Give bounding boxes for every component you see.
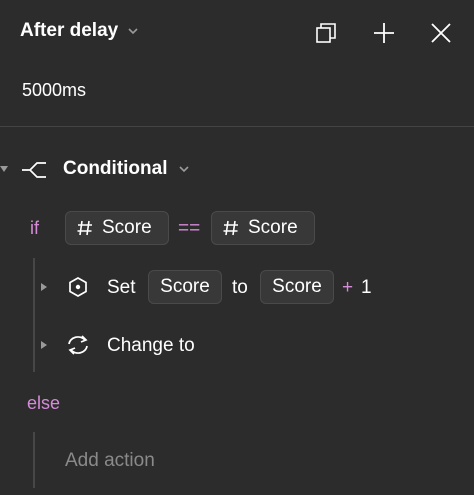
duplicate-icon	[316, 23, 336, 43]
right-operand-pill[interactable]: Score	[211, 211, 315, 245]
increment-amount[interactable]: 1	[361, 277, 372, 299]
add-action-button[interactable]: Add action	[65, 450, 155, 472]
else-branch-line	[33, 432, 35, 488]
left-operand-label: Score	[102, 217, 152, 238]
panel-title-dropdown[interactable]: After delay	[20, 20, 140, 42]
conditional-dropdown[interactable]: Conditional	[63, 158, 191, 180]
plus-icon	[374, 23, 394, 43]
set-source-label: Score	[272, 276, 322, 297]
add-button[interactable]	[370, 19, 398, 47]
caret-right-icon	[41, 341, 47, 349]
hash-icon	[77, 220, 92, 236]
right-operand-label: Score	[248, 217, 298, 238]
left-operand-pill[interactable]: Score	[65, 211, 169, 245]
close-button[interactable]	[427, 19, 455, 47]
expand-action-change[interactable]	[41, 341, 47, 349]
hexagon-icon	[69, 277, 87, 297]
conditional-label: Conditional	[63, 158, 168, 179]
caret-down-icon	[0, 166, 8, 172]
delay-value[interactable]: 5000ms	[22, 80, 86, 101]
plus-operator[interactable]: +	[342, 277, 353, 299]
panel-title: After delay	[20, 20, 119, 41]
branch-icon	[22, 162, 46, 178]
operator[interactable]: ==	[178, 218, 200, 240]
hash-icon	[223, 220, 238, 236]
chevron-down-icon	[128, 28, 138, 35]
divider	[0, 126, 474, 127]
change-to-action[interactable]: Change to	[107, 335, 195, 357]
to-word: to	[232, 277, 248, 298]
duplicate-button[interactable]	[312, 19, 340, 47]
caret-right-icon	[41, 283, 47, 291]
set-verb: Set	[107, 277, 136, 298]
else-keyword: else	[27, 393, 61, 413]
set-source-pill[interactable]: Score	[260, 270, 334, 304]
if-keyword: if	[30, 218, 39, 238]
expand-action-set[interactable]	[41, 283, 47, 291]
if-branch-line	[33, 258, 35, 372]
set-target-pill[interactable]: Score	[148, 270, 222, 304]
cycle-icon	[68, 335, 88, 355]
collapse-toggle[interactable]	[0, 166, 8, 172]
set-target-label: Score	[160, 276, 210, 297]
close-icon	[431, 23, 451, 43]
chevron-down-icon	[179, 166, 190, 173]
